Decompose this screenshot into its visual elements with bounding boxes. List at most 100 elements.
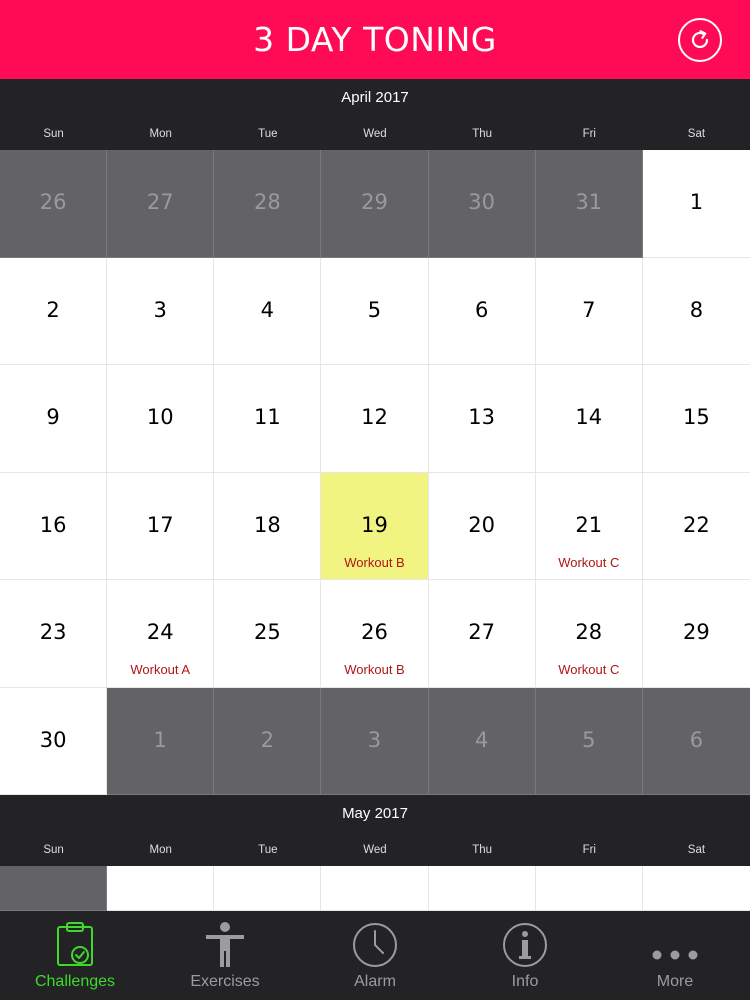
day-cell[interactable]: 13 — [428, 365, 536, 473]
app-header: 3 DAY TONING — [0, 0, 750, 79]
app-title: 3 DAY TONING — [253, 20, 497, 59]
tab-info[interactable]: Info — [450, 911, 600, 1000]
day-cell[interactable]: 1 — [642, 150, 750, 258]
day-cell[interactable]: 8 — [642, 257, 750, 365]
day-cell[interactable]: 11 — [214, 365, 322, 473]
day-number: 5 — [582, 727, 596, 752]
day-cell[interactable]: 12 — [321, 365, 429, 473]
day-cell[interactable]: 15 — [642, 365, 750, 473]
day-cell[interactable]: 3 — [107, 257, 215, 365]
weekday-label: Tue — [258, 844, 278, 856]
day-cell[interactable]: 5 — [321, 257, 429, 365]
tab-alarm[interactable]: Alarm — [300, 911, 450, 1000]
day-cell[interactable]: 29 — [642, 580, 750, 688]
day-cell[interactable]: 30 — [0, 687, 108, 795]
day-cell-other-month[interactable]: 27 — [107, 150, 215, 258]
day-number: 11 — [253, 405, 281, 429]
day-cell[interactable]: 2 — [0, 257, 108, 365]
day-cell-other-month[interactable]: 29 — [321, 150, 429, 258]
tab-label: Exercises — [190, 973, 260, 990]
day-number: 28 — [253, 190, 281, 214]
day-cell[interactable]: 4 — [214, 257, 322, 365]
day-number: 7 — [582, 297, 596, 322]
day-cell[interactable] — [642, 866, 750, 911]
day-cell[interactable] — [321, 866, 429, 911]
day-cell-other-month[interactable]: 30 — [428, 150, 536, 258]
day-cell-other-month[interactable]: 31 — [535, 150, 643, 258]
day-cell[interactable]: 21 Workout C — [535, 472, 643, 580]
workout-label: Workout B — [344, 662, 405, 677]
calendar-grid-april: 26 27 28 29 30 31 1 2 3 4 5 6 7 8 9 10 11 12 13 14 15 16 17 18 1… — [0, 150, 750, 795]
day-number: 4 — [474, 727, 489, 752]
day-number: 30 — [39, 727, 67, 752]
day-number: 1 — [689, 190, 704, 214]
tab-more[interactable]: More — [600, 911, 750, 1000]
weekday-label: Fri — [582, 844, 596, 856]
day-cell-other-month[interactable]: 4 — [428, 687, 536, 795]
weekday-label: Wed — [363, 128, 387, 140]
day-cell[interactable] — [214, 866, 322, 911]
refresh-button[interactable] — [678, 18, 722, 62]
day-cell[interactable]: 24 Workout A — [107, 580, 215, 688]
day-number: 26 — [39, 190, 67, 214]
day-cell[interactable]: 22 — [642, 472, 750, 580]
day-number: 28 — [575, 620, 603, 644]
day-number: 29 — [683, 620, 710, 644]
day-cell-other-month[interactable] — [0, 866, 108, 911]
day-cell[interactable]: 9 — [0, 365, 108, 473]
weekday-label: Mon — [149, 128, 172, 140]
workout-label: Workout B — [344, 554, 405, 570]
person-icon — [206, 922, 244, 967]
day-number: 2 — [46, 297, 60, 322]
day-cell[interactable]: 10 — [107, 365, 215, 473]
day-cell[interactable] — [107, 866, 215, 911]
day-cell-selected[interactable]: 19 Workout B — [321, 472, 429, 580]
month-header-may: May 2017 Sun Mon Tue Wed Thu Fri Sat — [0, 795, 750, 866]
day-number: 29 — [361, 190, 388, 214]
day-cell[interactable]: 16 — [0, 472, 108, 580]
day-number: 31 — [575, 190, 603, 214]
day-cell[interactable]: 20 — [428, 472, 536, 580]
day-cell[interactable] — [428, 866, 536, 911]
weekday-row: Sun Mon Tue Wed Thu Fri Sat — [0, 844, 750, 860]
day-number: 26 — [361, 620, 388, 644]
workout-label: Workout A — [130, 662, 191, 677]
day-cell[interactable]: 6 — [428, 257, 536, 365]
day-number: 2 — [260, 727, 275, 752]
weekday-row: Sun Mon Tue Wed Thu Fri Sat — [0, 128, 750, 144]
day-cell-other-month[interactable]: 2 — [214, 687, 322, 795]
day-cell[interactable]: 18 — [214, 472, 322, 580]
day-cell-other-month[interactable]: 6 — [642, 687, 750, 795]
day-cell-other-month[interactable]: 28 — [214, 150, 322, 258]
day-cell[interactable]: 7 — [535, 257, 643, 365]
calendar-grid-may — [0, 866, 750, 911]
day-cell[interactable]: 26 Workout B — [321, 580, 429, 688]
day-number: 16 — [39, 512, 67, 537]
day-number: 24 — [146, 620, 174, 644]
day-cell-other-month[interactable]: 1 — [107, 687, 215, 795]
day-cell[interactable]: 28 Workout C — [535, 580, 643, 688]
day-cell[interactable]: 27 — [428, 580, 536, 688]
tab-exercises[interactable]: Exercises — [150, 911, 300, 1000]
day-cell-other-month[interactable]: 5 — [535, 687, 643, 795]
day-number: 6 — [689, 727, 704, 752]
day-number: 25 — [253, 620, 281, 644]
day-number: 15 — [683, 405, 710, 429]
day-number: 18 — [253, 512, 281, 537]
day-cell[interactable]: 17 — [107, 472, 215, 580]
day-cell-other-month[interactable]: 26 — [0, 150, 108, 258]
day-cell-other-month[interactable]: 3 — [321, 687, 429, 795]
day-number: 27 — [146, 190, 174, 214]
day-cell[interactable]: 14 — [535, 365, 643, 473]
day-cell[interactable]: 23 — [0, 580, 108, 688]
day-number: 6 — [474, 297, 489, 322]
day-number: 21 — [575, 512, 603, 537]
day-number: 10 — [146, 405, 174, 429]
workout-label: Workout C — [558, 662, 620, 677]
day-cell[interactable]: 25 — [214, 580, 322, 688]
day-number: 20 — [468, 512, 495, 537]
refresh-icon — [691, 30, 709, 49]
tab-label: Challenges — [34, 973, 116, 990]
tab-challenges[interactable]: Challenges — [0, 911, 150, 1000]
day-cell[interactable] — [535, 866, 643, 911]
